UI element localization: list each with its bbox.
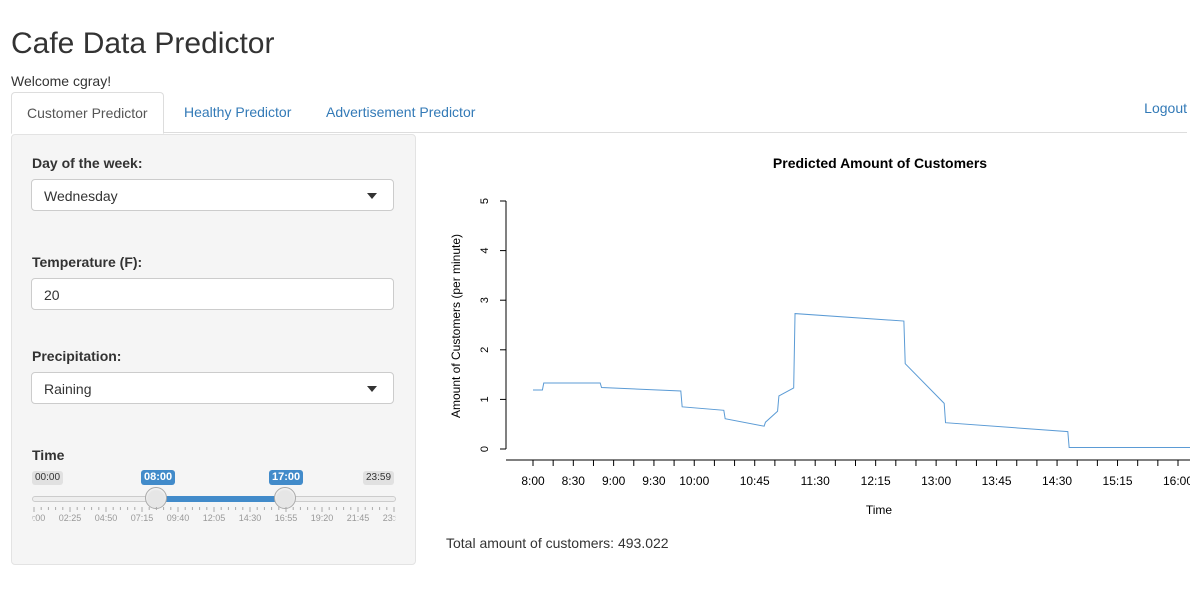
precipitation-value: Raining [44,381,92,397]
welcome-message: Welcome cgray! [11,73,112,89]
x-tick-label: 8:30 [562,474,586,488]
time-slider-from-value: 08:00 [141,470,176,485]
slider-tick-label: 02:25 [59,513,82,523]
slider-tick-label: 21:45 [347,513,370,523]
precipitation-select[interactable]: Raining [31,372,394,404]
tab-customer-predictor[interactable]: Customer Predictor [11,92,164,134]
x-tick-label: 9:00 [602,474,626,488]
y-tick-label: 3 [479,297,491,303]
x-tick-label: 14:30 [1042,474,1072,488]
x-tick-label: 15:15 [1103,474,1133,488]
time-slider-to-value: 17:00 [269,470,304,485]
y-axis-label: Amount of Customers (per minute) [449,234,463,418]
tab-bar: Customer Predictor Healthy Predictor Adv… [11,92,1187,134]
slider-tick-label: 16:55 [275,513,298,523]
customers-plot: Predicted Amount of Customers Time Amoun… [430,134,1200,534]
temperature-label: Temperature (F): [32,254,143,270]
tab-healthy-predictor[interactable]: Healthy Predictor [169,92,306,132]
x-tick-label: 9:30 [642,474,666,488]
slider-tick-label: 14:30 [239,513,262,523]
day-of-week-label: Day of the week: [32,155,143,171]
temperature-input[interactable]: 20 [31,278,394,310]
customers-chart: Predicted Amount of Customers Time Amoun… [449,155,1200,517]
time-slider-ticks: 00:00 02:25 04:50 07:15 09:40 12:05 14:30 16:55… [32,507,396,523]
chevron-down-icon [367,193,377,199]
slider-tick-label: 23:59 [383,513,396,523]
slider-tick-label: 04:50 [95,513,118,523]
x-tick-label: 13:45 [982,474,1012,488]
input-sidebar: Day of the week: Wednesday Temperature (… [11,134,416,565]
x-tick-label: 10:00 [679,474,709,488]
precipitation-label: Precipitation: [32,348,122,364]
tab-advertisement-predictor[interactable]: Advertisement Predictor [311,92,490,132]
slider-tick-label: 00:00 [32,513,45,523]
day-of-week-value: Wednesday [44,188,118,204]
slider-tick-label: 09:40 [167,513,190,523]
x-tick-label: 13:00 [921,474,951,488]
time-slider-range [157,496,285,502]
logout-link[interactable]: Logout [1144,92,1187,124]
y-tick-label: 0 [479,446,491,452]
x-tick-label: 10:45 [740,474,770,488]
y-tick-label: 1 [479,396,491,402]
total-customers: Total amount of customers: 493.022 [446,535,669,551]
temperature-value: 20 [44,287,60,303]
time-slider-max: 23:59 [363,471,395,485]
y-tick-label: 4 [479,248,491,254]
time-slider-to-handle[interactable] [274,487,296,509]
x-tick-label: 12:15 [861,474,891,488]
chevron-down-icon [367,386,377,392]
y-tick-label: 2 [479,347,491,353]
x-tick-label: 8:00 [521,474,545,488]
slider-tick-label: 12:05 [203,513,226,523]
day-of-week-select[interactable]: Wednesday [31,179,394,211]
x-axis-label: Time [866,503,893,517]
time-slider-min: 00:00 [32,471,64,485]
slider-tick-label: 19:20 [311,513,334,523]
time-label: Time [32,447,65,463]
app-title: Cafe Data Predictor [11,27,275,60]
slider-tick-label: 07:15 [131,513,154,523]
chart-title: Predicted Amount of Customers [773,155,987,171]
x-tick-label: 16:00 [1163,474,1190,488]
time-slider-from-handle[interactable] [145,487,167,509]
customers-series-line [533,313,1200,449]
x-tick-label: 11:30 [801,474,830,488]
y-tick-label: 5 [479,198,491,204]
